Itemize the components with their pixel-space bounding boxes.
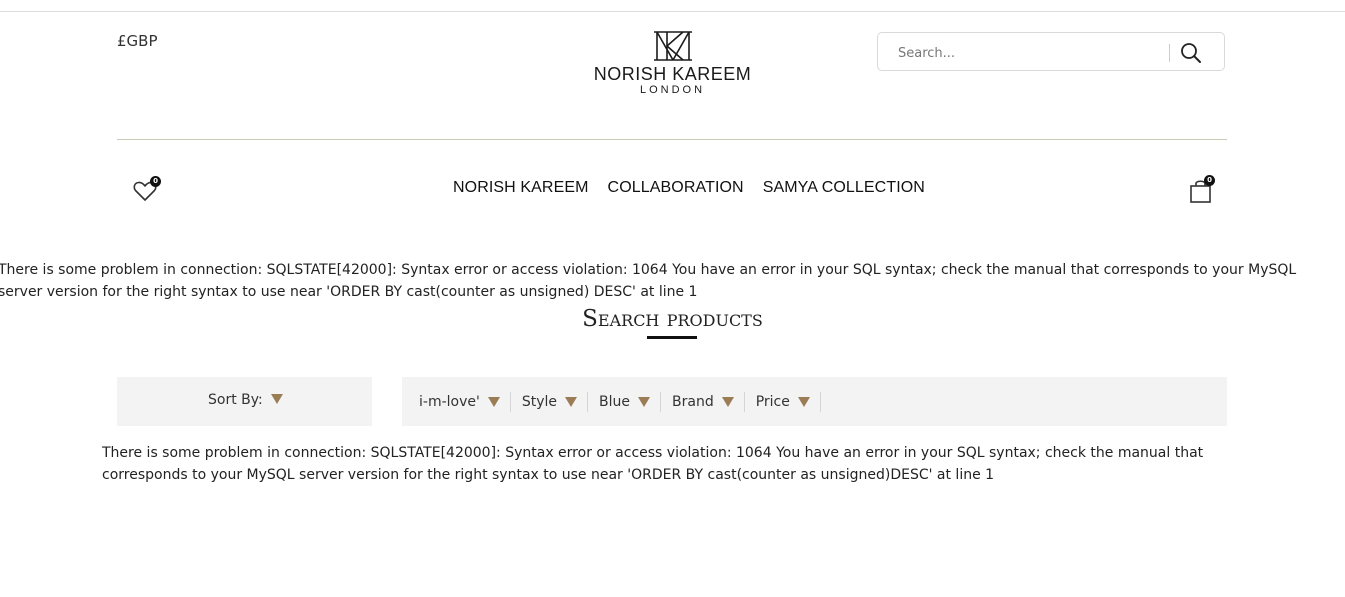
caret-down-icon (270, 394, 283, 404)
currency-selector[interactable]: £GBP (117, 32, 158, 50)
logo-subtitle: LONDON (639, 84, 706, 96)
nav-item-norish-kareem[interactable]: NORISH KAREEM (453, 179, 589, 197)
filter-label: Blue (599, 393, 630, 410)
filter-bar: i-m-love' Style Blue Brand Price (402, 377, 1227, 426)
filter-label: Style (521, 393, 558, 410)
top-divider (0, 11, 1345, 12)
sort-dropdown[interactable]: Sort By: (208, 392, 283, 408)
sql-error-message: There is some problem in connection: SQL… (0, 262, 1297, 300)
filter-label: Brand (672, 393, 714, 410)
nav-item-collaboration[interactable]: COLLABORATION (608, 179, 744, 197)
search-button[interactable] (1178, 40, 1204, 66)
caret-down-icon (721, 396, 734, 407)
sql-error-message-results: There is some problem in connection: SQL… (102, 445, 1204, 483)
search-icon (1181, 43, 1201, 63)
filter-dropdown-price[interactable]: Price (745, 391, 821, 412)
search-input[interactable] (896, 41, 1160, 65)
main-navigation: NORISH KAREEM COLLABORATION SAMYA COLLEC… (453, 179, 925, 197)
page-title: Search products (582, 306, 763, 332)
logo-monogram (653, 31, 692, 61)
caret-down-icon (565, 396, 578, 407)
nav-divider (117, 139, 1227, 140)
filter-dropdown-tag[interactable]: i-m-love' (408, 391, 511, 412)
caret-down-icon (797, 396, 810, 407)
filter-label: i-m-love' (419, 393, 480, 410)
wishlist-button[interactable]: 0 (132, 176, 162, 204)
filter-label: Price (755, 393, 790, 410)
filter-dropdown-style[interactable]: Style (511, 391, 589, 412)
filter-dropdown-colour[interactable]: Blue (588, 391, 661, 412)
search-divider (1169, 44, 1170, 62)
sort-label: Sort By: (208, 392, 263, 408)
caret-down-icon (487, 396, 500, 407)
wishlist-count-badge: 0 (150, 176, 161, 187)
title-underline (647, 336, 697, 339)
cart-button[interactable]: 0 (1188, 175, 1216, 205)
filter-dropdown-brand[interactable]: Brand (661, 391, 745, 412)
cart-count-badge: 0 (1204, 175, 1215, 186)
site-logo[interactable]: NORISH KAREEM LONDON (585, 30, 760, 97)
logo-name: NORISH KAREEM (593, 64, 752, 84)
search-bar (877, 32, 1225, 71)
caret-down-icon (638, 396, 650, 407)
nav-item-samya-collection[interactable]: SAMYA COLLECTION (763, 179, 925, 197)
sort-panel: Sort By: (117, 377, 372, 426)
